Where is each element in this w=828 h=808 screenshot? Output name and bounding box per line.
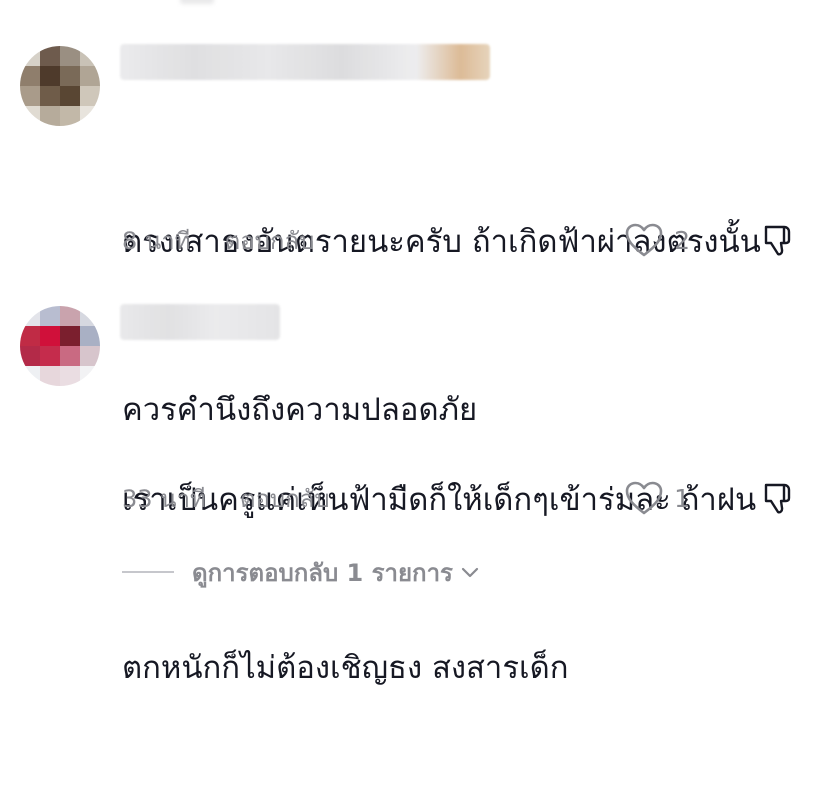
avatar-pixel	[60, 326, 80, 346]
comment-text-line: ตกหนักก็ไม่ต้องเชิญธง สงสารเด็ก	[122, 650, 569, 686]
avatar-pixel	[80, 86, 100, 106]
like-count: 2	[674, 225, 690, 255]
avatar-pixel	[60, 366, 80, 386]
avatar-pixel	[60, 86, 80, 106]
avatar-pixel	[40, 66, 60, 86]
avatar-pixel	[80, 326, 100, 346]
like-button[interactable]: 1	[624, 478, 690, 518]
avatar-pixel	[80, 66, 100, 86]
avatar-pixel	[60, 46, 80, 66]
avatar-pixel	[60, 66, 80, 86]
avatar-pixel	[80, 46, 100, 66]
avatar-pixel	[40, 306, 60, 326]
thumbs-down-icon	[764, 225, 791, 256]
view-replies-button[interactable]: ดูการตอบกลับ 1 รายการ	[122, 556, 479, 588]
like-button[interactable]: 2	[624, 220, 690, 260]
avatar-pixel	[80, 366, 100, 386]
avatar-pixel	[40, 86, 60, 106]
avatar-pixel	[80, 306, 100, 326]
username-blurred[interactable]	[120, 44, 490, 80]
avatar-pixel	[60, 306, 80, 326]
avatar-pixel	[80, 346, 100, 366]
avatar-pixel	[40, 326, 60, 346]
avatar-pixel	[40, 46, 60, 66]
comment-time: 8 นาที	[122, 226, 191, 255]
reply-button[interactable]: ตอบกลับ	[240, 479, 330, 518]
dislike-button[interactable]	[758, 220, 798, 260]
thumbs-down-icon	[764, 483, 791, 514]
avatar[interactable]	[20, 306, 100, 386]
avatar-pixel	[20, 106, 40, 126]
previous-comment-fragment	[180, 0, 214, 4]
avatar-pixel	[20, 366, 40, 386]
username-blurred[interactable]	[120, 304, 280, 340]
view-replies-label: ดูการตอบกลับ 1 รายการ	[192, 558, 453, 587]
heart-icon	[625, 223, 663, 257]
avatar-pixel	[20, 346, 40, 366]
dislike-button[interactable]	[758, 478, 798, 518]
avatar-pixel	[60, 106, 80, 126]
reply-button[interactable]: ตอบกลับ	[225, 221, 315, 260]
avatar-pixel	[20, 306, 40, 326]
avatar-pixel	[20, 326, 40, 346]
comment-meta: 33 นาที ตอบกลับ	[122, 480, 330, 516]
divider-line	[122, 571, 174, 573]
heart-icon	[625, 481, 663, 515]
avatar-pixel	[20, 66, 40, 86]
chevron-down-icon	[461, 565, 479, 579]
avatar-pixel	[20, 86, 40, 106]
comment-meta: 8 นาที ตอบกลับ	[122, 222, 314, 258]
avatar[interactable]	[20, 46, 100, 126]
comment-time: 33 นาที	[122, 484, 206, 513]
avatar-pixel	[40, 106, 60, 126]
avatar-pixel	[40, 366, 60, 386]
avatar-pixel	[60, 346, 80, 366]
like-count: 1	[674, 483, 690, 513]
avatar-pixel	[40, 346, 60, 366]
avatar-pixel	[20, 46, 40, 66]
avatar-pixel	[80, 106, 100, 126]
